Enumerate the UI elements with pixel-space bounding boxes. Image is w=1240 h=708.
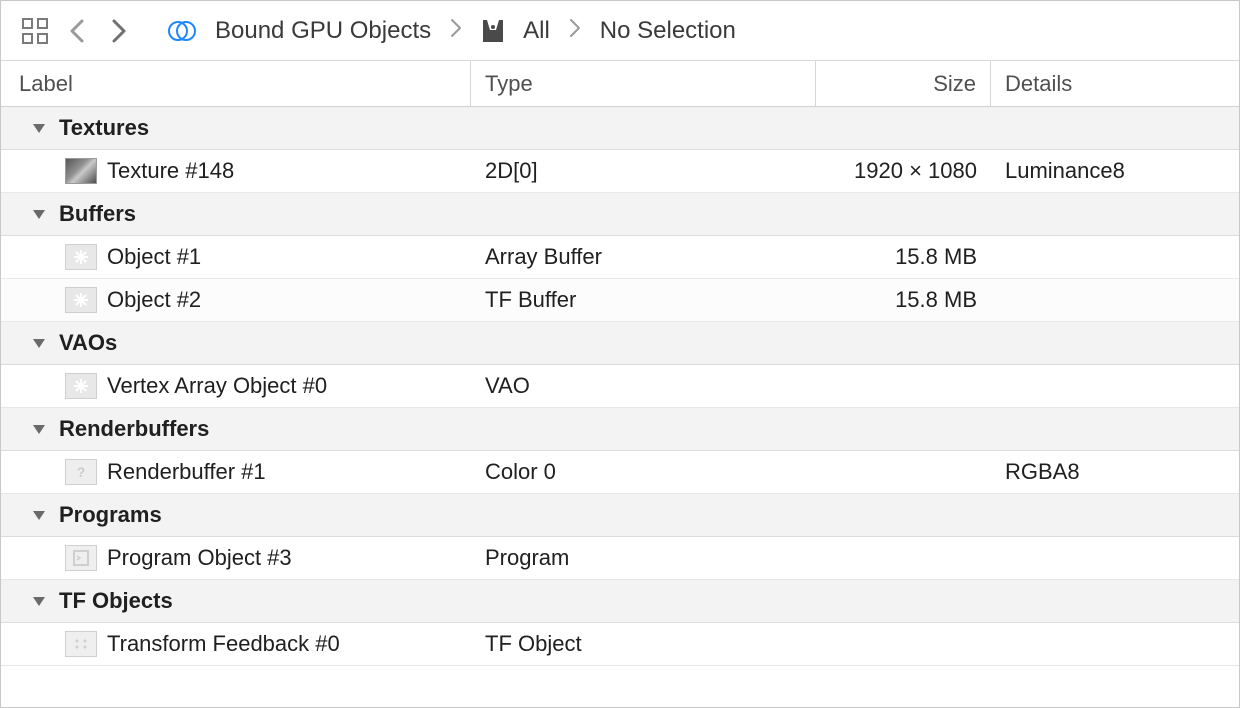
row-label: Object #1 bbox=[107, 244, 201, 270]
group-row-programs[interactable]: Programs bbox=[1, 494, 1239, 537]
table-row[interactable]: Transform Feedback #0 TF Object bbox=[1, 623, 1239, 666]
row-size: 15.8 MB bbox=[816, 244, 991, 270]
row-type: Array Buffer bbox=[471, 244, 816, 270]
program-icon bbox=[65, 545, 97, 571]
group-label: Textures bbox=[59, 115, 149, 141]
table-row[interactable]: Object #1 Array Buffer 15.8 MB bbox=[1, 236, 1239, 279]
tf-object-icon bbox=[65, 631, 97, 657]
toolbar: Bound GPU Objects All No Selection bbox=[1, 1, 1239, 61]
group-row-textures[interactable]: Textures bbox=[1, 107, 1239, 150]
table-row[interactable]: Program Object #3 Program bbox=[1, 537, 1239, 580]
breadcrumb-root[interactable]: Bound GPU Objects bbox=[215, 17, 431, 45]
row-label: Texture #148 bbox=[107, 158, 234, 184]
row-type: 2D[0] bbox=[471, 158, 816, 184]
row-type: TF Object bbox=[471, 631, 816, 657]
row-type: Color 0 bbox=[471, 459, 816, 485]
row-size: 15.8 MB bbox=[816, 287, 991, 313]
app-icon bbox=[481, 18, 505, 44]
row-label: Object #2 bbox=[107, 287, 201, 313]
disclosure-triangle-icon[interactable] bbox=[29, 204, 49, 224]
group-row-vaos[interactable]: VAOs bbox=[1, 322, 1239, 365]
disclosure-triangle-icon[interactable] bbox=[29, 333, 49, 353]
buffer-icon bbox=[65, 244, 97, 270]
column-header-details[interactable]: Details bbox=[991, 61, 1239, 106]
row-details: RGBA8 bbox=[991, 459, 1239, 485]
column-header-label[interactable]: Label bbox=[1, 61, 471, 106]
row-label: Program Object #3 bbox=[107, 545, 292, 571]
table-row[interactable]: ? Renderbuffer #1 Color 0 RGBA8 bbox=[1, 451, 1239, 494]
group-row-renderbuffers[interactable]: Renderbuffers bbox=[1, 408, 1239, 451]
table-row[interactable]: Texture #148 2D[0] 1920 × 1080 Luminance… bbox=[1, 150, 1239, 193]
row-details: Luminance8 bbox=[991, 158, 1239, 184]
nav-forward-icon[interactable] bbox=[107, 17, 129, 45]
row-label: Renderbuffer #1 bbox=[107, 459, 266, 485]
nav-back-icon[interactable] bbox=[67, 17, 89, 45]
renderbuffer-icon: ? bbox=[65, 459, 97, 485]
row-type: VAO bbox=[471, 373, 816, 399]
row-label: Vertex Array Object #0 bbox=[107, 373, 327, 399]
breadcrumb-selection: No Selection bbox=[600, 17, 736, 45]
vao-icon bbox=[65, 373, 97, 399]
column-header-size[interactable]: Size bbox=[816, 61, 991, 106]
chevron-right-icon bbox=[568, 17, 582, 45]
related-items-icon[interactable] bbox=[21, 17, 49, 45]
chevron-right-icon bbox=[449, 17, 463, 45]
group-label: TF Objects bbox=[59, 588, 173, 614]
group-row-buffers[interactable]: Buffers bbox=[1, 193, 1239, 236]
gpu-objects-panel: Bound GPU Objects All No Selection Label… bbox=[0, 0, 1240, 708]
disclosure-triangle-icon[interactable] bbox=[29, 118, 49, 138]
row-label: Transform Feedback #0 bbox=[107, 631, 340, 657]
disclosure-triangle-icon[interactable] bbox=[29, 505, 49, 525]
disclosure-triangle-icon[interactable] bbox=[29, 591, 49, 611]
row-size: 1920 × 1080 bbox=[816, 158, 991, 184]
texture-thumbnail-icon bbox=[65, 158, 97, 184]
group-label: Programs bbox=[59, 502, 162, 528]
gpu-objects-icon bbox=[167, 18, 197, 44]
buffer-icon bbox=[65, 287, 97, 313]
group-label: VAOs bbox=[59, 330, 117, 356]
row-type: Program bbox=[471, 545, 816, 571]
group-label: Renderbuffers bbox=[59, 416, 209, 442]
row-type: TF Buffer bbox=[471, 287, 816, 313]
breadcrumb-filter[interactable]: All bbox=[523, 17, 550, 45]
group-row-tf-objects[interactable]: TF Objects bbox=[1, 580, 1239, 623]
column-header-type[interactable]: Type bbox=[471, 61, 816, 106]
disclosure-triangle-icon[interactable] bbox=[29, 419, 49, 439]
svg-text:?: ? bbox=[77, 464, 86, 480]
column-headers: Label Type Size Details bbox=[1, 61, 1239, 107]
table-row[interactable]: Object #2 TF Buffer 15.8 MB bbox=[1, 279, 1239, 322]
group-label: Buffers bbox=[59, 201, 136, 227]
table-row[interactable]: Vertex Array Object #0 VAO bbox=[1, 365, 1239, 408]
